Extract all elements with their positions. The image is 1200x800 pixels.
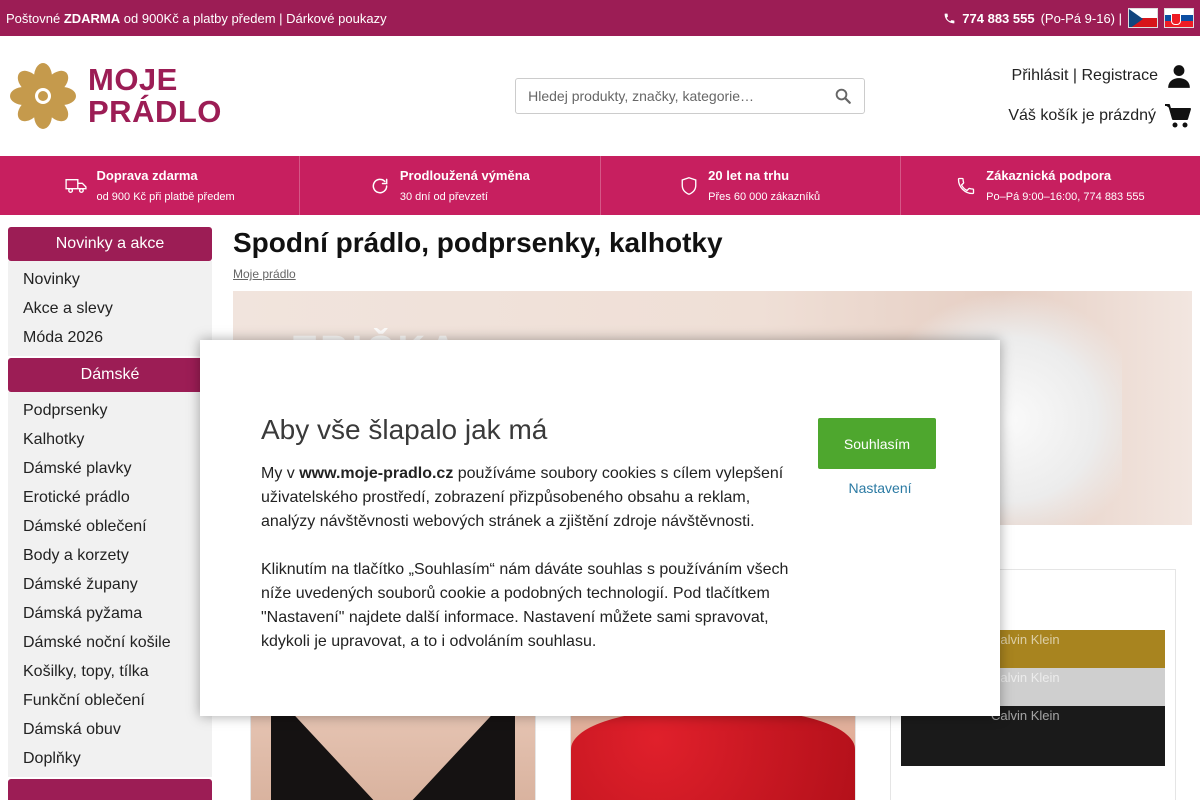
benefit-subtitle: od 900 Kč při platbě předem xyxy=(96,191,235,203)
benefit-title: 20 let na trhu xyxy=(708,168,790,183)
logo-text: MOJE PRÁDLO xyxy=(88,64,222,128)
top-bar: Poštovné ZDARMA od 900Kč a platby předem… xyxy=(0,0,1200,36)
cookie-paragraph-2: Kliknutím na tlačítko „Souhlasím“ nám dá… xyxy=(261,561,789,650)
benefit-subtitle: 30 dní od převzetí xyxy=(399,191,488,203)
benefit-subtitle: Přes 60 000 zákazníků xyxy=(708,191,821,203)
benefit-title: Prodloužená výměna xyxy=(399,168,530,183)
sidebar-item-doplnky[interactable]: Doplňky xyxy=(23,744,212,773)
page-title: Spodní prádlo, podprsenky, kalhotky xyxy=(233,227,723,258)
sidebar-item-obuv[interactable]: Dámská obuv xyxy=(23,715,212,744)
breadcrumb[interactable]: Moje prádlo xyxy=(233,267,296,281)
login-link[interactable]: Přihlásit | Registrace xyxy=(1012,63,1192,89)
benefit-subtitle: Po–Pá 9:00–16:00, 774 883 555 xyxy=(986,191,1145,203)
sidebar-item-eroticke[interactable]: Erotické prádlo xyxy=(23,483,212,512)
flower-logo-icon xyxy=(10,63,76,129)
user-icon[interactable] xyxy=(1166,63,1192,89)
logo[interactable]: MOJE PRÁDLO xyxy=(8,61,222,131)
account-area: Přihlásit | Registrace Váš košík je práz… xyxy=(1008,63,1192,129)
cookie-text: My v www.moje-pradlo.cz používáme soubor… xyxy=(261,462,801,654)
agree-button[interactable]: Souhlasím xyxy=(818,418,936,469)
czech-flag-icon[interactable] xyxy=(1128,8,1158,28)
cart-label[interactable]: Váš košík je prázdný xyxy=(1008,107,1156,125)
slovak-flag-icon[interactable] xyxy=(1164,8,1194,28)
category-sidebar: Novinky a akce Novinky Akce a slevy Móda… xyxy=(8,227,212,800)
benefit-exchange: Prodloužená výměna 30 dní od převzetí xyxy=(300,156,601,215)
category-heading[interactable] xyxy=(8,779,212,800)
category-heading[interactable]: Dámské xyxy=(8,358,212,392)
sidebar-item-body[interactable]: Body a korzety xyxy=(23,541,212,570)
sidebar-item-podprsenky[interactable]: Podprsenky xyxy=(23,396,212,425)
cookie-p1-prefix: My v xyxy=(261,465,300,482)
benefits-bar: Doprava zdarma od 900 Kč při platbě přede… xyxy=(0,156,1200,215)
benefit-title: Zákaznická podpora xyxy=(986,168,1112,183)
sidebar-item-plavky[interactable]: Dámské plavky xyxy=(23,454,212,483)
sidebar-item-funkcni[interactable]: Funkční oblečení xyxy=(23,686,212,715)
logo-line-1: MOJE xyxy=(88,62,178,97)
sidebar-item-pyzama[interactable]: Dámská pyžama xyxy=(23,599,212,628)
category-list: Podprsenky Kalhotky Dámské plavky Erotic… xyxy=(8,392,212,777)
cookie-title: Aby vše šlapalo jak má xyxy=(261,414,548,445)
phone-number[interactable]: 774 883 555 xyxy=(962,11,1034,26)
sidebar-item-kosilky[interactable]: Košilky, topy, tílka xyxy=(23,657,212,686)
office-hours: (Po-Pá 9-16) | xyxy=(1040,10,1122,26)
shipping-free: ZDARMA xyxy=(63,10,121,26)
sidebar-item-zupany[interactable]: Dámské župany xyxy=(23,570,212,599)
search-input[interactable] xyxy=(528,88,835,104)
contact-area: 774 883 555 (Po-Pá 9-16) | xyxy=(943,8,1194,28)
phone-icon xyxy=(944,13,955,23)
search-icon[interactable] xyxy=(834,87,852,105)
phone-icon xyxy=(957,177,975,194)
login-label[interactable]: Přihlásit | Registrace xyxy=(1012,67,1158,85)
cookie-dialog: Aby vše šlapalo jak má My v www.moje-pra… xyxy=(200,340,1000,716)
benefit-shipping: Doprava zdarma od 900 Kč při platbě přede… xyxy=(0,156,301,215)
shipping-info: Poštovné ZDARMA od 900Kč a platby předem… xyxy=(6,11,387,26)
search-box xyxy=(515,78,866,114)
sidebar-item-akce[interactable]: Akce a slevy xyxy=(23,294,212,323)
cookie-domain: www.moje-pradlo.cz xyxy=(299,465,454,482)
benefit-support: Zákaznická podpora Po–Pá 9:00–16:00, 774 … xyxy=(901,156,1200,215)
sidebar-item-obleceni[interactable]: Dámské oblečení xyxy=(23,512,212,541)
sidebar-item-novinky[interactable]: Novinky xyxy=(23,265,212,294)
category-heading[interactable]: Novinky a akce xyxy=(8,227,212,261)
sidebar-item-moda[interactable]: Móda 2026 xyxy=(23,323,212,352)
shield-icon xyxy=(681,176,697,195)
shipping-suffix[interactable]: od 900Kč a platby předem | Dárkové pouka… xyxy=(120,11,387,26)
shipping-prefix: Poštovné xyxy=(6,10,64,26)
sidebar-item-kalhotky[interactable]: Kalhotky xyxy=(23,425,212,454)
logo-line-2: PRÁDLO xyxy=(88,94,222,129)
cart-icon[interactable] xyxy=(1164,103,1192,129)
settings-link[interactable]: Nastavení xyxy=(818,480,942,496)
cookie-paragraph-1: My v www.moje-pradlo.cz používáme soubor… xyxy=(261,462,801,534)
benefit-title: Doprava zdarma xyxy=(96,168,198,183)
truck-icon xyxy=(64,178,87,193)
refresh-icon xyxy=(372,178,388,193)
sidebar-item-nocni-kosile[interactable]: Dámské noční košile xyxy=(23,628,212,657)
cart-link[interactable]: Váš košík je prázdný xyxy=(1008,103,1192,129)
benefit-years: 20 let na trhu Přes 60 000 zákazníků xyxy=(601,156,901,215)
category-list: Novinky Akce a slevy Móda 2026 xyxy=(8,261,212,356)
header: MOJE PRÁDLO Přihlásit | Registrace Váš k… xyxy=(0,36,1200,156)
